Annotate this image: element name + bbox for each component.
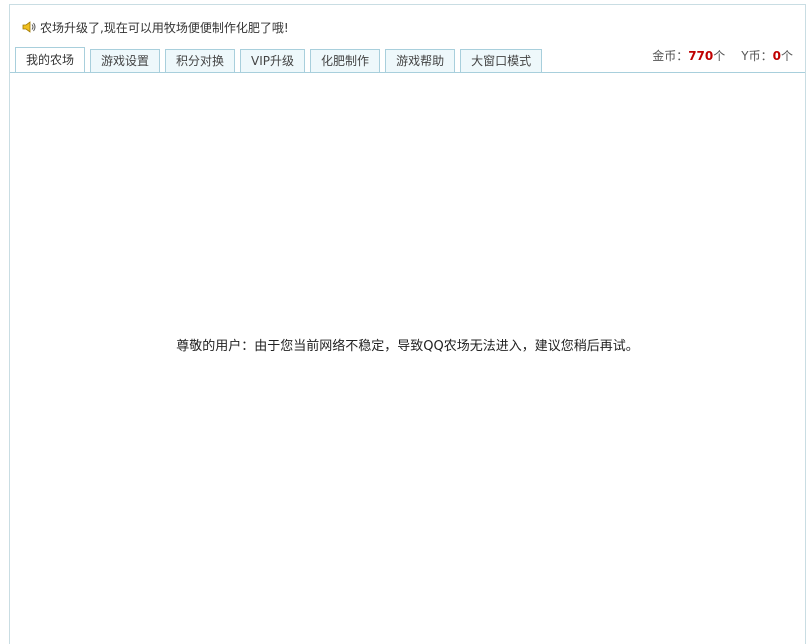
- tab-my-farm[interactable]: 我的农场: [15, 47, 86, 73]
- tab-large-window[interactable]: 大窗口模式: [460, 49, 543, 72]
- tab-vip-upgrade[interactable]: VIP升级: [240, 49, 306, 72]
- tab-fertilizer-making[interactable]: 化肥制作: [310, 49, 381, 72]
- gold-unit: 个: [713, 49, 726, 63]
- tab-game-help[interactable]: 游戏帮助: [385, 49, 456, 72]
- currency-display: 金币：770个 Y币：0个: [652, 47, 793, 64]
- y-coin-label: Y币：: [741, 49, 773, 63]
- farm-panel: 农场升级了,现在可以用牧场便便制作化肥了哦! 我的农场 游戏设置 积分对换 VI…: [9, 4, 806, 644]
- tab-points-exchange[interactable]: 积分对换: [165, 49, 236, 72]
- tab-bar: 我的农场 游戏设置 积分对换 VIP升级 化肥制作 游戏帮助 大窗口模式: [15, 46, 547, 73]
- network-error-message: 尊敬的用户：由于您当前网络不稳定，导致QQ农场无法进入，建议您稍后再试。: [176, 339, 639, 354]
- speaker-icon: [21, 19, 37, 35]
- tab-game-settings[interactable]: 游戏设置: [90, 49, 161, 72]
- gold-value: 770: [688, 49, 714, 63]
- y-coin-unit: 个: [780, 49, 793, 63]
- gold-label: 金币：: [652, 49, 689, 63]
- y-coin-value: 0: [772, 49, 781, 63]
- notice-bar: 农场升级了,现在可以用牧场便便制作化肥了哦!: [21, 19, 289, 35]
- tab-divider: [10, 72, 805, 73]
- notice-text: 农场升级了,现在可以用牧场便便制作化肥了哦!: [40, 20, 289, 35]
